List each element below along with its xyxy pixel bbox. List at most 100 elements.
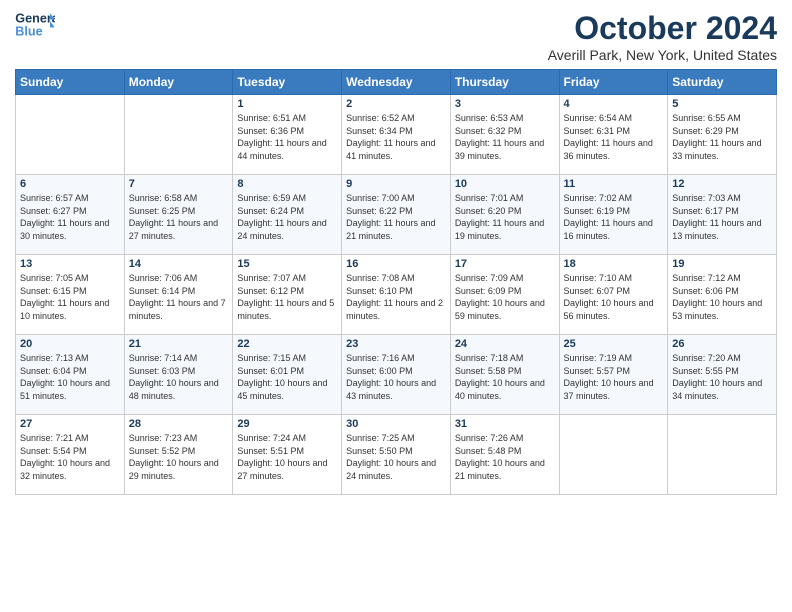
col-thursday: Thursday [450,70,559,95]
col-wednesday: Wednesday [342,70,451,95]
calendar-cell: 17Sunrise: 7:09 AM Sunset: 6:09 PM Dayli… [450,255,559,335]
day-info: Sunrise: 7:14 AM Sunset: 6:03 PM Dayligh… [129,352,229,402]
day-number: 7 [129,178,229,190]
day-info: Sunrise: 7:19 AM Sunset: 5:57 PM Dayligh… [564,352,664,402]
day-info: Sunrise: 6:55 AM Sunset: 6:29 PM Dayligh… [672,112,772,162]
calendar-cell: 25Sunrise: 7:19 AM Sunset: 5:57 PM Dayli… [559,335,668,415]
calendar-cell: 13 Sunrise: 7:05 AM Sunset: 6:15 PM Dayli… [16,255,125,335]
day-number: 19 [672,258,772,270]
calendar-cell [124,95,233,175]
day-info: Sunrise: 6:53 AM Sunset: 6:32 PM Dayligh… [455,112,555,162]
day-number: 30 [346,418,446,430]
calendar-cell: 19 Sunrise: 7:12 AM Sunset: 6:06 PM Dayli… [668,255,777,335]
calendar-cell: 29Sunrise: 7:24 AM Sunset: 5:51 PM Dayli… [233,415,342,495]
day-info: Sunrise: 7:10 AM Sunset: 6:07 PM Dayligh… [564,272,664,322]
day-info: Sunrise: 7:02 AM Sunset: 6:19 PM Dayligh… [564,192,664,242]
calendar-cell: 4Sunrise: 6:54 AM Sunset: 6:31 PM Daylig… [559,95,668,175]
day-number: 6 [20,178,120,190]
day-info: Sunrise: 7:07 AM Sunset: 6:12 PM Dayligh… [237,272,337,322]
day-number: 4 [564,98,664,110]
day-number: 14 [129,258,229,270]
day-info: Sunrise: 7:15 AM Sunset: 6:01 PM Dayligh… [237,352,337,402]
calendar-cell: 30 Sunrise: 7:25 AM Sunset: 5:50 PM Dayli… [342,415,451,495]
calendar-cell: 16Sunrise: 7:08 AM Sunset: 6:10 PM Dayli… [342,255,451,335]
col-sunday: Sunday [16,70,125,95]
day-info: Sunrise: 7:13 AM Sunset: 6:04 PM Dayligh… [20,352,120,402]
calendar-container: General Blue October 2024 Averill Park, … [0,0,792,505]
day-number: 15 [237,258,337,270]
day-info: Sunrise: 7:08 AM Sunset: 6:10 PM Dayligh… [346,272,446,322]
day-number: 28 [129,418,229,430]
day-info: Sunrise: 7:20 AM Sunset: 5:55 PM Dayligh… [672,352,772,402]
day-number: 10 [455,178,555,190]
day-info: Sunrise: 7:25 AM Sunset: 5:50 PM Dayligh… [346,432,446,482]
day-info: Sunrise: 6:51 AM Sunset: 6:36 PM Dayligh… [237,112,337,162]
calendar-cell: 26 Sunrise: 7:20 AM Sunset: 5:55 PM Dayli… [668,335,777,415]
calendar-cell: 2Sunrise: 6:52 AM Sunset: 6:34 PM Daylig… [342,95,451,175]
day-number: 12 [672,178,772,190]
calendar-cell: 6 Sunrise: 6:57 AM Sunset: 6:27 PM Daylig… [16,175,125,255]
col-monday: Monday [124,70,233,95]
logo: General Blue [15,10,55,40]
day-info: Sunrise: 7:01 AM Sunset: 6:20 PM Dayligh… [455,192,555,242]
calendar-cell: 28Sunrise: 7:23 AM Sunset: 5:52 PM Dayli… [124,415,233,495]
calendar-cell: 8 Sunrise: 6:59 AM Sunset: 6:24 PM Daylig… [233,175,342,255]
day-number: 17 [455,258,555,270]
calendar-cell [668,415,777,495]
day-number: 23 [346,338,446,350]
calendar-cell: 23 Sunrise: 7:16 AM Sunset: 6:00 PM Dayli… [342,335,451,415]
day-number: 9 [346,178,446,190]
day-info: Sunrise: 7:12 AM Sunset: 6:06 PM Dayligh… [672,272,772,322]
calendar-cell: 1Sunrise: 6:51 AM Sunset: 6:36 PM Daylig… [233,95,342,175]
month-title: October 2024 [548,10,777,47]
day-number: 20 [20,338,120,350]
col-tuesday: Tuesday [233,70,342,95]
calendar-cell [559,415,668,495]
day-number: 24 [455,338,555,350]
day-info: Sunrise: 7:00 AM Sunset: 6:22 PM Dayligh… [346,192,446,242]
calendar-cell: 10 Sunrise: 7:01 AM Sunset: 6:20 PM Dayli… [450,175,559,255]
calendar-cell: 24 Sunrise: 7:18 AM Sunset: 5:58 PM Dayli… [450,335,559,415]
day-info: Sunrise: 6:58 AM Sunset: 6:25 PM Dayligh… [129,192,229,242]
day-info: Sunrise: 7:05 AM Sunset: 6:15 PM Dayligh… [20,272,120,322]
calendar-cell: 20 Sunrise: 7:13 AM Sunset: 6:04 PM Dayli… [16,335,125,415]
day-info: Sunrise: 7:16 AM Sunset: 6:00 PM Dayligh… [346,352,446,402]
day-number: 3 [455,98,555,110]
day-info: Sunrise: 7:26 AM Sunset: 5:48 PM Dayligh… [455,432,555,482]
calendar-cell: 5 Sunrise: 6:55 AM Sunset: 6:29 PM Daylig… [668,95,777,175]
calendar-cell: 21 Sunrise: 7:14 AM Sunset: 6:03 PM Dayli… [124,335,233,415]
calendar-cell: 27Sunrise: 7:21 AM Sunset: 5:54 PM Dayli… [16,415,125,495]
day-number: 13 [20,258,120,270]
day-number: 29 [237,418,337,430]
calendar-cell: 12Sunrise: 7:03 AM Sunset: 6:17 PM Dayli… [668,175,777,255]
calendar-cell: 11 Sunrise: 7:02 AM Sunset: 6:19 PM Dayli… [559,175,668,255]
calendar-cell: 18 Sunrise: 7:10 AM Sunset: 6:07 PM Dayli… [559,255,668,335]
day-info: Sunrise: 7:06 AM Sunset: 6:14 PM Dayligh… [129,272,229,322]
header-row: Sunday Monday Tuesday Wednesday Thursday… [16,70,777,95]
day-number: 31 [455,418,555,430]
week-row-1: 1Sunrise: 6:51 AM Sunset: 6:36 PM Daylig… [16,95,777,175]
location: Averill Park, New York, United States [548,47,777,63]
day-info: Sunrise: 6:57 AM Sunset: 6:27 PM Dayligh… [20,192,120,242]
day-number: 8 [237,178,337,190]
day-number: 18 [564,258,664,270]
calendar-cell [16,95,125,175]
calendar-cell: 22 Sunrise: 7:15 AM Sunset: 6:01 PM Dayli… [233,335,342,415]
day-info: Sunrise: 7:18 AM Sunset: 5:58 PM Dayligh… [455,352,555,402]
day-number: 5 [672,98,772,110]
calendar-header: General Blue October 2024 Averill Park, … [15,10,777,63]
calendar-cell: 9 Sunrise: 7:00 AM Sunset: 6:22 PM Daylig… [342,175,451,255]
day-number: 21 [129,338,229,350]
day-number: 26 [672,338,772,350]
week-row-5: 27Sunrise: 7:21 AM Sunset: 5:54 PM Dayli… [16,415,777,495]
calendar-cell: 31 Sunrise: 7:26 AM Sunset: 5:48 PM Dayli… [450,415,559,495]
day-info: Sunrise: 7:21 AM Sunset: 5:54 PM Dayligh… [20,432,120,482]
logo-icon: General Blue [15,10,55,40]
day-number: 11 [564,178,664,190]
day-number: 22 [237,338,337,350]
title-block: October 2024 Averill Park, New York, Uni… [548,10,777,63]
day-info: Sunrise: 6:59 AM Sunset: 6:24 PM Dayligh… [237,192,337,242]
calendar-cell: 7 Sunrise: 6:58 AM Sunset: 6:25 PM Daylig… [124,175,233,255]
day-number: 2 [346,98,446,110]
calendar-cell: 3 Sunrise: 6:53 AM Sunset: 6:32 PM Daylig… [450,95,559,175]
